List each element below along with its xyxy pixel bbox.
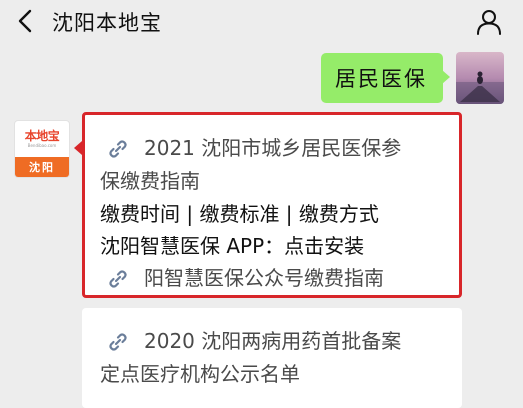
- guide-topics-line[interactable]: 缴费时间 | 缴费标准 | 缴费方式: [100, 201, 379, 227]
- account-logo-url: Bendibao.com: [27, 143, 57, 148]
- account-logo-text: 本地宝: [24, 129, 60, 143]
- guide-link-line-2[interactable]: 保缴费指南: [100, 168, 200, 194]
- chat-header: 沈阳本地宝: [0, 0, 523, 44]
- user-avatar-image: [456, 52, 504, 104]
- link-icon: [109, 140, 127, 158]
- reply-message-bubble-2: 2020 沈阳两病用药首批备案 定点医疗机构公示名单: [82, 308, 462, 408]
- official-account-guide-link[interactable]: 阳智慧医保公众号缴费指南: [144, 265, 384, 291]
- person-icon[interactable]: [475, 8, 503, 36]
- institution-list-link-line-1[interactable]: 2020 沈阳两病用药首批备案: [144, 328, 401, 354]
- chevron-left-icon[interactable]: [14, 8, 38, 34]
- chat-title: 沈阳本地宝: [52, 11, 162, 35]
- institution-list-link-line-2[interactable]: 定点医疗机构公示名单: [100, 361, 300, 387]
- account-avatar[interactable]: 本地宝 Bendibao.com 沈阳: [14, 120, 70, 178]
- outgoing-message-bubble[interactable]: 居民医保: [321, 53, 450, 103]
- link-icon: [109, 270, 127, 288]
- account-city-band: 沈阳: [15, 157, 69, 177]
- guide-link-line-1[interactable]: 2021 沈阳市城乡居民医保参: [144, 135, 401, 161]
- app-install-line[interactable]: 沈阳智慧医保 APP：点击安装: [100, 233, 364, 259]
- user-avatar[interactable]: [456, 52, 504, 104]
- account-city-label: 沈阳: [29, 161, 55, 174]
- outgoing-message-text: 居民医保: [335, 67, 427, 91]
- link-icon: [109, 333, 127, 351]
- reply-message-bubble: 2021 沈阳市城乡居民医保参 保缴费指南 缴费时间 | 缴费标准 | 缴费方式…: [74, 112, 462, 298]
